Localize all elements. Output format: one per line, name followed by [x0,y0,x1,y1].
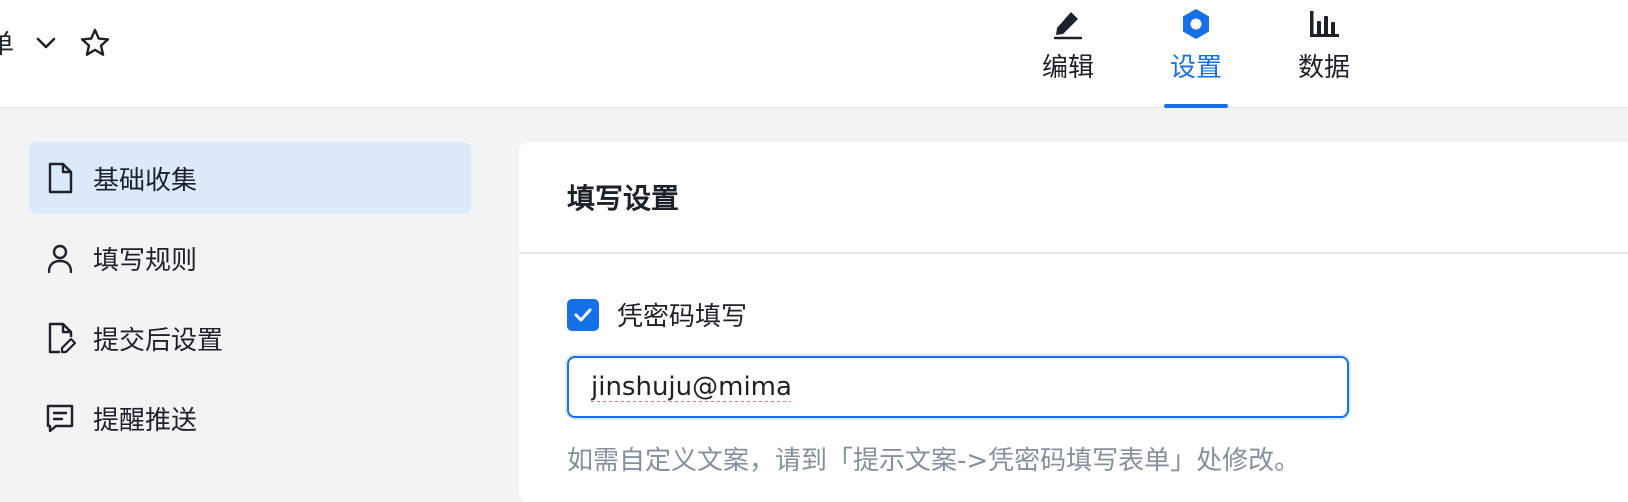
star-icon[interactable] [79,27,111,63]
sidebar-item-basic-collection[interactable]: 基础收集 [29,142,471,214]
document-icon [44,161,80,195]
tab-settings[interactable]: 设置 [1151,0,1241,108]
tab-label: 编辑 [1041,53,1094,83]
sidebar-item-fill-rules[interactable]: 填写规则 [29,222,471,294]
bar-chart-icon [1307,6,1341,42]
user-icon [44,241,80,275]
tab-edit[interactable]: 编辑 [1023,0,1113,108]
top-bar: 单 编辑 设置 数据 [0,0,1628,108]
sidebar-item-label: 填写规则 [93,245,198,276]
form-title[interactable]: 单 [0,24,14,61]
password-checkbox-row[interactable]: 凭密码填写 [567,296,747,333]
password-checkbox[interactable] [567,298,599,331]
checkmark-icon [574,308,592,321]
settings-card: 填写设置 凭密码填写 如需自定义文案，请到「提示文案->凭密码填写表单」处修改。 [519,142,1628,502]
sidebar-item-after-submit[interactable]: 提交后设置 [29,302,471,374]
sidebar-item-label: 基础收集 [93,165,198,196]
password-input[interactable] [567,356,1349,418]
hint-text: 如需自定义文案，请到「提示文案->凭密码填写表单」处修改。 [567,446,1301,476]
sidebar-item-label: 提交后设置 [93,325,224,356]
password-checkbox-label: 凭密码填写 [617,302,748,332]
sidebar-item-reminder-push[interactable]: 提醒推送 [29,382,471,454]
message-icon [44,401,80,435]
pen-icon [1051,6,1085,42]
tab-label: 设置 [1169,53,1222,83]
tab-label: 数据 [1297,53,1350,83]
settings-hexagon-icon [1180,6,1212,42]
section-title: 填写设置 [519,142,1628,254]
active-tab-underline [1164,104,1228,108]
chevron-down-icon[interactable] [35,28,57,62]
tab-data[interactable]: 数据 [1279,0,1369,108]
sidebar-item-label: 提醒推送 [93,405,198,436]
document-edit-icon [44,321,80,355]
